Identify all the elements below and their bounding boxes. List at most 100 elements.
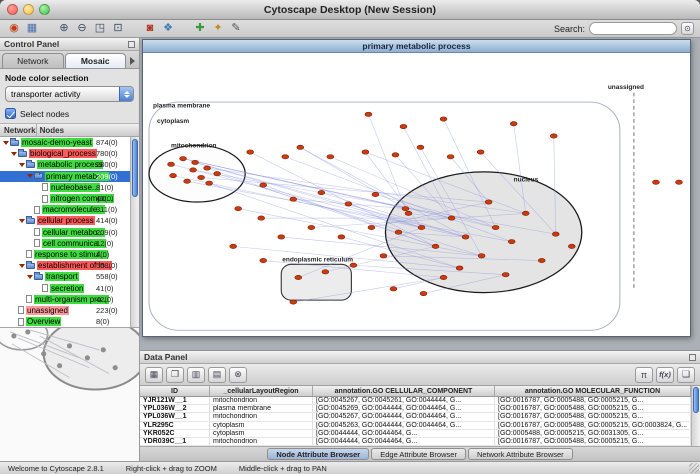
close-button[interactable]: [7, 4, 18, 15]
network-node[interactable]: [510, 122, 517, 126]
network-node[interactable]: [206, 181, 213, 185]
tree-row[interactable]: Overview8(0): [0, 316, 130, 327]
network-canvas-svg[interactable]: plasma membranecytoplasmmitochondrionnuc…: [143, 53, 690, 336]
float-panel-icon[interactable]: [128, 41, 135, 48]
copy-table-icon[interactable]: ❐: [166, 367, 184, 383]
table-scrollbar-thumb[interactable]: [693, 387, 699, 413]
tree-row[interactable]: cellular metabo...209(0): [0, 227, 130, 238]
table-row[interactable]: YPL036W__1mitochondrion[GO:0045267, GO:0…: [140, 413, 691, 421]
table-row[interactable]: YKR052Ccytoplasm[GO:0044444, GO:0044464,…: [140, 430, 691, 438]
cytoscape-logo-icon[interactable]: ◉: [6, 21, 22, 36]
window-titlebar[interactable]: Cytoscape Desktop (New Session): [0, 0, 700, 20]
network-node[interactable]: [502, 273, 509, 277]
function-builder-icon[interactable]: f(x): [656, 367, 674, 383]
node-color-select[interactable]: transporter activity: [5, 86, 134, 102]
network-node[interactable]: [297, 145, 304, 149]
tree-scrollbar[interactable]: [130, 137, 139, 327]
network-node[interactable]: [258, 216, 265, 220]
tree-row[interactable]: unassigned223(0): [0, 305, 130, 316]
network-node[interactable]: [365, 112, 372, 116]
network-node[interactable]: [395, 230, 402, 234]
table-row[interactable]: YDR039C__1mitochondrion[GO:0044444, GO:0…: [140, 438, 691, 446]
tree-row[interactable]: transport558(0): [0, 271, 130, 282]
tab-node-attribute-browser[interactable]: Node Attribute Browser: [267, 448, 369, 460]
network-node[interactable]: [198, 175, 205, 179]
network-node[interactable]: [552, 232, 559, 236]
network-node[interactable]: [432, 244, 439, 248]
birds-eye-view[interactable]: [0, 328, 139, 461]
select-columns-icon[interactable]: ▥: [187, 367, 205, 383]
network-node[interactable]: [235, 206, 242, 210]
zoom-in-icon[interactable]: ⊕: [56, 21, 72, 36]
network-node[interactable]: [230, 244, 237, 248]
network-node[interactable]: [327, 155, 334, 159]
resize-grip[interactable]: [689, 463, 699, 473]
network-canvas[interactable]: plasma membranecytoplasmmitochondrionnuc…: [143, 53, 690, 336]
tree-row[interactable]: metabolic process280(0): [0, 159, 130, 170]
disclosure-triangle[interactable]: [18, 264, 26, 268]
import-network-icon[interactable]: ✚: [192, 21, 208, 36]
network-node[interactable]: [405, 211, 412, 215]
tree-row[interactable]: nitrogen compo...40(0): [0, 193, 130, 204]
network-node[interactable]: [522, 211, 529, 215]
network-node[interactable]: [350, 263, 357, 267]
zoom-fit-icon[interactable]: ⊡: [110, 21, 126, 36]
network-node[interactable]: [402, 206, 409, 210]
import-attributes-icon[interactable]: ❏: [677, 367, 695, 383]
disclosure-triangle[interactable]: [26, 174, 34, 178]
select-rows-icon[interactable]: ▤: [208, 367, 226, 383]
disclosure-triangle[interactable]: [10, 152, 18, 156]
network-node[interactable]: [362, 150, 369, 154]
tab-edge-attribute-browser[interactable]: Edge Attribute Browser: [371, 448, 466, 460]
disclosure-triangle[interactable]: [18, 219, 26, 223]
network-node[interactable]: [380, 254, 387, 258]
annotation-icon[interactable]: ✎: [228, 21, 244, 36]
network-node[interactable]: [418, 225, 425, 229]
network-view-title[interactable]: primary metabolic process: [143, 40, 690, 53]
table-row[interactable]: YJR121W__1mitochondrion[GO:0045267, GO:0…: [140, 397, 691, 405]
network-node[interactable]: [392, 153, 399, 157]
formula-pi-icon[interactable]: π: [635, 367, 653, 383]
column-header[interactable]: annotation.GO CELLULAR_COMPONENT: [313, 386, 495, 396]
network-edge[interactable]: [300, 147, 405, 208]
attribute-table-icon[interactable]: ▦: [145, 367, 163, 383]
tree-row[interactable]: biological_process780(0): [0, 148, 130, 159]
destroy-view-icon[interactable]: ◙: [142, 21, 158, 36]
network-node[interactable]: [278, 235, 285, 239]
network-node[interactable]: [180, 156, 187, 160]
network-node[interactable]: [290, 300, 297, 304]
tree-row[interactable]: multi-organism pro...42(0): [0, 294, 130, 305]
network-node[interactable]: [550, 134, 557, 138]
network-node[interactable]: [338, 235, 345, 239]
network-node[interactable]: [190, 168, 197, 172]
network-node[interactable]: [168, 162, 175, 166]
zoom-out-icon[interactable]: ⊖: [74, 21, 90, 36]
column-header[interactable]: annotation.GO MOLECULAR_FUNCTION: [495, 386, 691, 396]
network-node[interactable]: [477, 150, 484, 154]
network-node[interactable]: [214, 172, 221, 176]
network-node[interactable]: [653, 180, 660, 184]
network-node[interactable]: [372, 192, 379, 196]
tree-row[interactable]: macromolecule...311(0): [0, 204, 130, 215]
network-node[interactable]: [368, 225, 375, 229]
network-node[interactable]: [318, 190, 325, 194]
select-nodes-checkbox[interactable]: [5, 108, 16, 119]
vizmapper-icon[interactable]: ✦: [210, 21, 226, 36]
tree-row[interactable]: primary metabo...209(0): [0, 171, 130, 182]
network-node[interactable]: [440, 275, 447, 279]
tree-header-network[interactable]: Network: [0, 124, 37, 136]
tree-row[interactable]: response to stimul...4(0): [0, 249, 130, 260]
delete-attribute-icon[interactable]: ⊗: [229, 367, 247, 383]
network-node[interactable]: [184, 179, 191, 183]
network-grid-icon[interactable]: ▦: [24, 21, 40, 36]
network-node[interactable]: [295, 275, 302, 279]
zoom-selected-icon[interactable]: ◳: [92, 21, 108, 36]
network-node[interactable]: [204, 166, 211, 170]
network-node[interactable]: [322, 270, 329, 274]
search-input[interactable]: [589, 22, 677, 35]
tab-network-attribute-browser[interactable]: Network Attribute Browser: [468, 448, 573, 460]
network-node[interactable]: [478, 254, 485, 258]
network-node[interactable]: [447, 155, 454, 159]
network-node[interactable]: [290, 197, 297, 201]
tree-row[interactable]: secretion41(0): [0, 282, 130, 293]
